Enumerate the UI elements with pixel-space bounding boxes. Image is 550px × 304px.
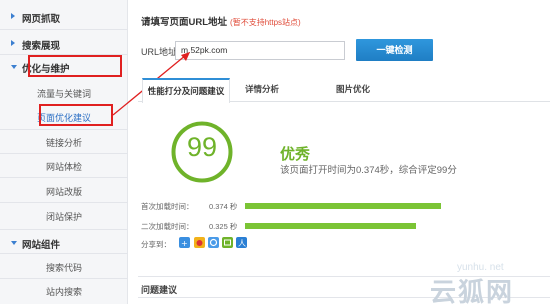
annotation-arrow	[112, 52, 190, 116]
tab-details[interactable]: 详情分析	[232, 78, 292, 102]
second-load-bar-fill	[245, 223, 416, 229]
qzone-icon[interactable]: +	[179, 237, 190, 248]
result-tabs: 性能打分及问题建议 详情分析 图片优化	[138, 78, 550, 103]
second-load-label: 二次加载时间：	[141, 222, 194, 231]
tab-performance[interactable]: 性能打分及问题建议	[142, 78, 230, 103]
score-value: 99	[186, 132, 218, 162]
renren-icon[interactable]: 人	[236, 237, 247, 248]
first-load-bar-fill	[245, 203, 441, 209]
watermark-brand: 云狐网	[430, 278, 515, 304]
share-label: 分享到：	[141, 240, 171, 249]
svg-text:+: +	[181, 239, 188, 248]
tencent-weibo-icon[interactable]	[208, 237, 219, 248]
tab-image-optimization[interactable]: 图片优化	[323, 78, 383, 102]
svg-text:人: 人	[238, 239, 246, 248]
second-load-value: 0.325 秒	[209, 222, 238, 231]
first-load-label: 首次加载时间：	[141, 202, 194, 211]
douban-icon[interactable]	[222, 237, 233, 248]
issues-title: 问题建议	[141, 285, 178, 295]
weibo-icon[interactable]	[194, 237, 205, 248]
second-load-bar	[245, 223, 441, 229]
verdict-description: 该页面打开时间为0.374秒，综合评定99分	[280, 165, 457, 176]
first-load-bar	[245, 203, 441, 209]
first-load-value: 0.374 秒	[209, 202, 238, 211]
verdict-text: 优秀	[280, 146, 311, 163]
